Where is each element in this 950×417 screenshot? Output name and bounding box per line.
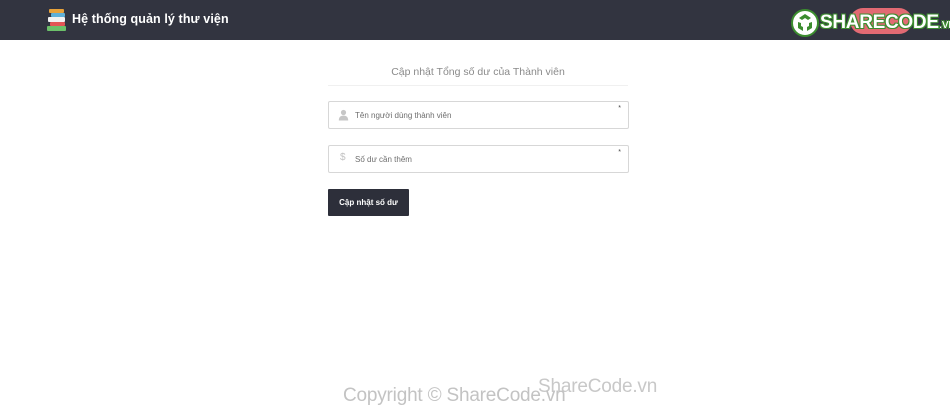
top-navbar: Hệ thống quản lý thư viện SHARECODE.vn <box>0 0 950 40</box>
sharecode-logo-text: SHARECODE.vn <box>820 12 950 33</box>
app-title[interactable]: Hệ thống quản lý thư viện <box>72 12 229 26</box>
books-icon[interactable] <box>46 9 68 32</box>
watermark-copyright: Copyright © ShareCode.vn <box>343 385 566 406</box>
required-asterisk: * <box>618 105 621 112</box>
form-heading: Cập nhật Tổng số dư của Thành viên <box>328 66 628 86</box>
required-asterisk: * <box>618 149 621 156</box>
amount-field[interactable]: $ * <box>328 145 629 173</box>
username-input[interactable] <box>355 105 605 125</box>
sharecode-leaf-icon <box>791 9 819 37</box>
username-field[interactable]: * <box>328 101 629 129</box>
user-icon <box>338 109 349 121</box>
amount-input[interactable] <box>355 149 605 169</box>
dollar-icon: $ <box>340 152 346 163</box>
update-balance-button[interactable]: Cập nhật số dư <box>328 189 409 216</box>
